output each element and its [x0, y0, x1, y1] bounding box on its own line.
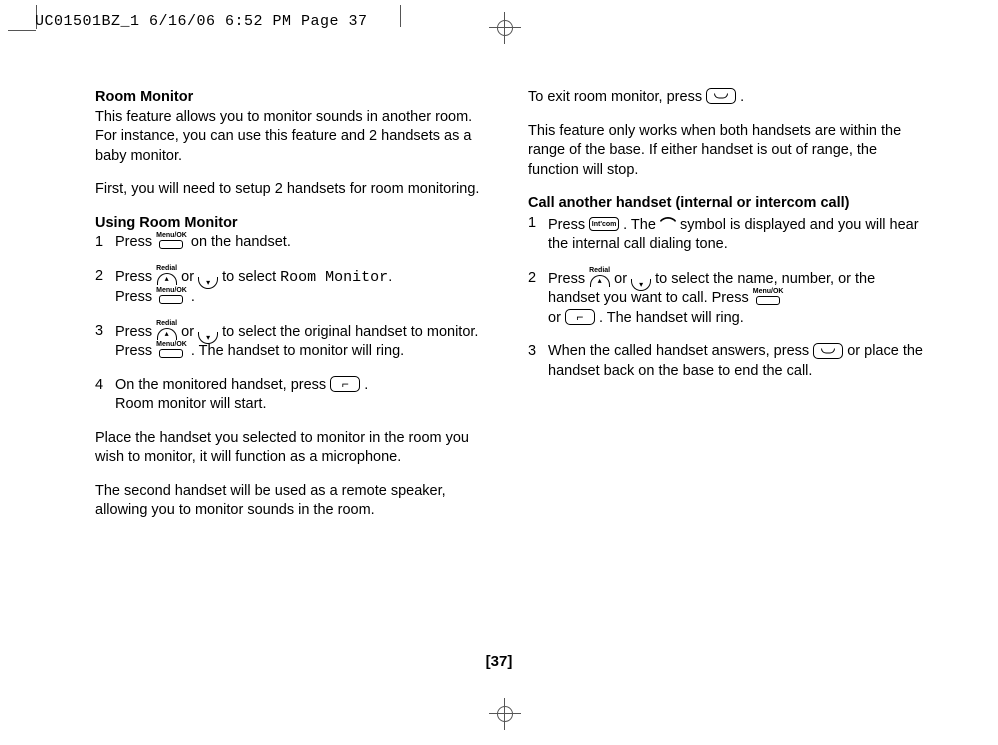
redial-up-icon: Redial	[156, 320, 177, 340]
text: Press	[548, 217, 585, 233]
step-number: 3	[528, 342, 540, 381]
text: .	[191, 289, 195, 305]
text: or	[548, 310, 561, 326]
section-title-room-monitor: Room Monitor	[95, 89, 193, 105]
down-icon	[198, 269, 218, 289]
text: . The handset will ring.	[599, 310, 744, 326]
text: Press	[115, 234, 152, 250]
left-column: Room Monitor This feature allows you to …	[95, 88, 490, 535]
right-column: To exit room monitor, press . This featu…	[528, 88, 928, 535]
speaker-note: The second handset will be used as a rem…	[95, 482, 490, 521]
text: Press	[548, 271, 585, 287]
left-step-2: 2 Press Redial or to select Room Monitor…	[95, 267, 490, 308]
page-content: Room Monitor This feature allows you to …	[95, 88, 938, 535]
text: or	[181, 323, 194, 339]
menu-ok-icon: Menu/OK	[156, 287, 187, 304]
menu-ok-icon: Menu/OK	[156, 341, 187, 358]
place-note: Place the handset you selected to monito…	[95, 429, 490, 468]
text: Press	[115, 269, 152, 285]
redial-up-icon: Redial	[589, 267, 610, 287]
registration-mark-bottom	[489, 698, 521, 730]
text: .	[364, 377, 368, 393]
page-number: [37]	[0, 652, 998, 672]
step-number: 2	[95, 267, 107, 308]
text: .	[388, 269, 392, 285]
step-number: 4	[95, 376, 107, 415]
text: On the monitored handset, press	[115, 377, 326, 393]
step-number: 1	[95, 233, 107, 253]
text: or	[614, 271, 627, 287]
range-note: This feature only works when both handse…	[528, 122, 928, 181]
redial-up-icon: Redial	[156, 265, 177, 285]
print-header: UC01501BZ_1 6/16/06 6:52 PM Page 37	[35, 12, 368, 32]
text: When the called handset answers, press	[548, 343, 809, 359]
section-title-call-another: Call another handset (internal or interc…	[528, 194, 928, 214]
right-step-2: 2 Press Redial or to select the name, nu…	[528, 269, 928, 329]
talk-key-icon: ⌐	[565, 309, 595, 325]
handset-symbol-icon: ⌒	[660, 216, 676, 238]
text: to select	[222, 269, 276, 285]
menu-ok-icon: Menu/OK	[156, 232, 187, 249]
registration-mark-top	[489, 12, 521, 44]
end-key-icon	[813, 343, 843, 359]
right-step-3: 3 When the called handset answers, press…	[528, 342, 928, 381]
down-icon	[631, 271, 651, 291]
down-icon	[198, 324, 218, 344]
left-step-3: 3 Press Redial or to select the original…	[95, 322, 490, 362]
text: Press	[115, 343, 152, 359]
step-number: 1	[528, 214, 540, 255]
text: to select the original handset to monito…	[222, 323, 478, 339]
text: Press	[115, 289, 152, 305]
section-title-using: Using Room Monitor	[95, 214, 490, 234]
menu-ok-icon: Menu/OK	[753, 288, 784, 305]
left-step-1: 1 Press Menu/OK on the handset.	[95, 233, 490, 253]
intercom-key-icon: Int'com	[589, 217, 619, 231]
menu-label-room-monitor: Room Monitor	[280, 269, 388, 286]
intro-text: This feature allows you to monitor sound…	[95, 109, 472, 164]
text: on the handset.	[191, 234, 291, 250]
end-key-icon	[706, 88, 736, 104]
step-number: 2	[528, 269, 540, 329]
left-step-4: 4 On the monitored handset, press ⌐ . Ro…	[95, 376, 490, 415]
talk-key-icon: ⌐	[330, 376, 360, 392]
text: or	[181, 269, 194, 285]
text: . The handset to monitor will ring.	[191, 343, 404, 359]
text: To exit room monitor, press	[528, 89, 702, 105]
text: Press	[115, 323, 152, 339]
right-step-1: 1 Press Int'com . The ⌒ symbol is displa…	[528, 214, 928, 255]
text: . The	[623, 217, 656, 233]
text: .	[740, 89, 744, 105]
step-number: 3	[95, 322, 107, 362]
text: Room monitor will start.	[115, 396, 266, 412]
setup-note: First, you will need to setup 2 handsets…	[95, 180, 490, 200]
